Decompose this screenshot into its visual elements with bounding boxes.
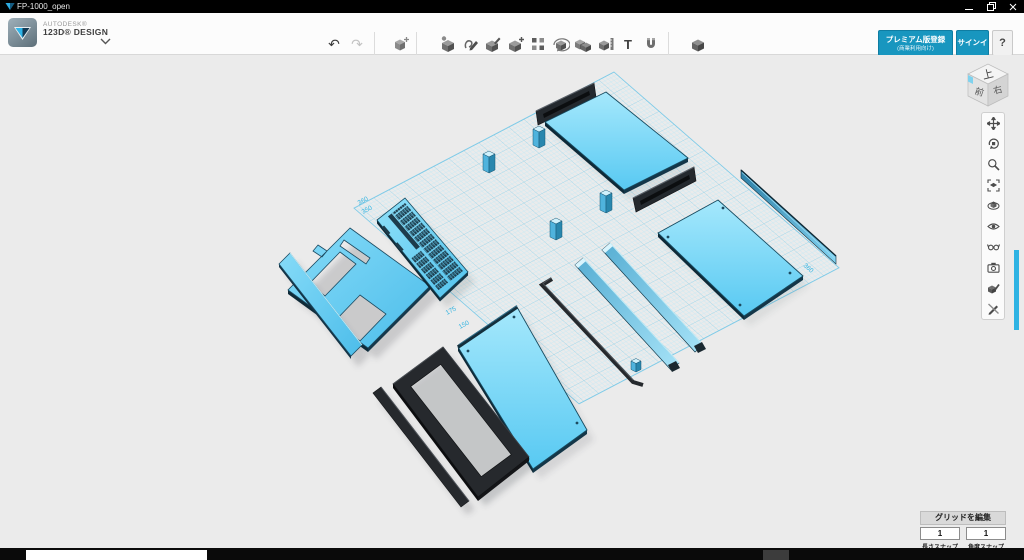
measure-tool[interactable]: [596, 34, 616, 54]
look-at-button[interactable]: [982, 195, 1004, 216]
fit-view-icon: [987, 179, 1000, 192]
edit-grid-button[interactable]: グリッドを編集: [920, 511, 1006, 525]
restore-button[interactable]: [980, 0, 1002, 13]
windows-taskbar[interactable]: [0, 548, 1024, 560]
undo-button[interactable]: ↶: [324, 34, 344, 54]
modify-icon: [507, 35, 525, 53]
standoff-block[interactable]: [550, 218, 562, 240]
premium-register-button[interactable]: プレミアム版登録 (商業利用向け): [878, 30, 953, 56]
view-cube[interactable]: 上 前 右: [956, 57, 1020, 113]
hide-sketches-button[interactable]: [982, 298, 1004, 319]
close-icon: [1009, 3, 1017, 11]
pan-icon: [987, 117, 1000, 130]
snap-icon: [642, 35, 660, 53]
modify-tool[interactable]: [506, 34, 526, 54]
hide-sketches-icon: [987, 302, 1000, 315]
visibility-icon: [987, 220, 1000, 233]
window-titlebar: FP-1000_open: [0, 0, 1024, 13]
restore-icon: [987, 2, 996, 11]
look-at-icon: [987, 199, 1000, 212]
viewport[interactable]: 360 350 175 150 360: [0, 55, 1024, 548]
chevron-down-icon[interactable]: [100, 38, 111, 45]
help-button[interactable]: ?: [992, 30, 1013, 56]
pattern-icon: [529, 35, 547, 53]
standoff-block[interactable]: [483, 151, 495, 173]
snap-tool[interactable]: [641, 34, 661, 54]
screenshot-icon: [987, 261, 1000, 274]
brand-text: AUTODESK® 123D® DESIGN: [43, 21, 108, 37]
insert-part-tool[interactable]: [391, 34, 411, 54]
sketch-icon: [462, 35, 480, 53]
combine-icon: [574, 35, 592, 53]
text-tool-icon: T: [624, 37, 632, 52]
render-icon: [987, 282, 1000, 295]
premium-register-sublabel: (商業利用向け): [879, 44, 952, 52]
main-toolbar: AUTODESK® 123D® DESIGN ↶ ↷: [0, 13, 1024, 55]
toolbar-separator: [668, 32, 669, 56]
pan-button[interactable]: [982, 113, 1004, 134]
zoom-button[interactable]: [982, 154, 1004, 175]
combine-tool[interactable]: [573, 34, 593, 54]
pattern-tool[interactable]: [528, 34, 548, 54]
signin-button[interactable]: サインイン: [956, 30, 989, 56]
navigation-bar: [981, 112, 1005, 320]
material-tool[interactable]: [688, 34, 708, 54]
insert-part-icon: [392, 35, 410, 53]
grouping-icon: [552, 35, 570, 53]
screenshot-button[interactable]: [982, 257, 1004, 278]
close-button[interactable]: [1002, 0, 1024, 13]
orbit-button[interactable]: [982, 134, 1004, 155]
length-snap-input[interactable]: [920, 527, 960, 540]
fit-view-button[interactable]: [982, 175, 1004, 196]
viewport-canvas[interactable]: 360 350 175 150 360: [0, 55, 1024, 548]
standoff-block[interactable]: [600, 190, 612, 213]
standoff-block[interactable]: [533, 126, 545, 148]
primitives-tool[interactable]: [438, 34, 458, 54]
app-icon-shade: [10, 3, 15, 10]
redo-icon: ↷: [351, 37, 363, 51]
minimize-button[interactable]: [958, 0, 980, 13]
premium-register-label: プレミアム版登録: [879, 35, 952, 44]
standoff-block[interactable]: [631, 359, 641, 373]
toolbar-separator: [416, 32, 417, 56]
taskbar-search-box[interactable]: [26, 550, 207, 560]
edge-peek-strip: [1014, 250, 1019, 330]
undo-icon: ↶: [328, 37, 340, 51]
orbit-icon: [987, 137, 1000, 150]
construct-tool[interactable]: [483, 34, 503, 54]
taskbar-app-icon[interactable]: [763, 550, 789, 560]
redo-button[interactable]: ↷: [347, 34, 367, 54]
grid-label: 150: [458, 319, 471, 330]
materials-icon: [987, 240, 1000, 253]
construct-icon: [484, 35, 502, 53]
visibility-button[interactable]: [982, 216, 1004, 237]
measure-icon: [597, 35, 615, 53]
angle-snap-input[interactable]: [966, 527, 1006, 540]
brand-123d-design: 123D® DESIGN: [43, 28, 108, 37]
window-title: FP-1000_open: [17, 2, 70, 11]
materials-button[interactable]: [982, 237, 1004, 258]
primitives-icon: [439, 35, 457, 53]
text-tool[interactable]: T: [618, 34, 638, 54]
material-icon: [689, 35, 707, 53]
grouping-tool[interactable]: [551, 34, 571, 54]
app-icon: [5, 2, 15, 11]
render-button[interactable]: [982, 278, 1004, 299]
sketch-tool[interactable]: [461, 34, 481, 54]
minimize-icon: [965, 9, 973, 10]
zoom-icon: [987, 158, 1000, 171]
toolbar-separator: [374, 32, 375, 56]
app-logo[interactable]: [8, 18, 37, 47]
